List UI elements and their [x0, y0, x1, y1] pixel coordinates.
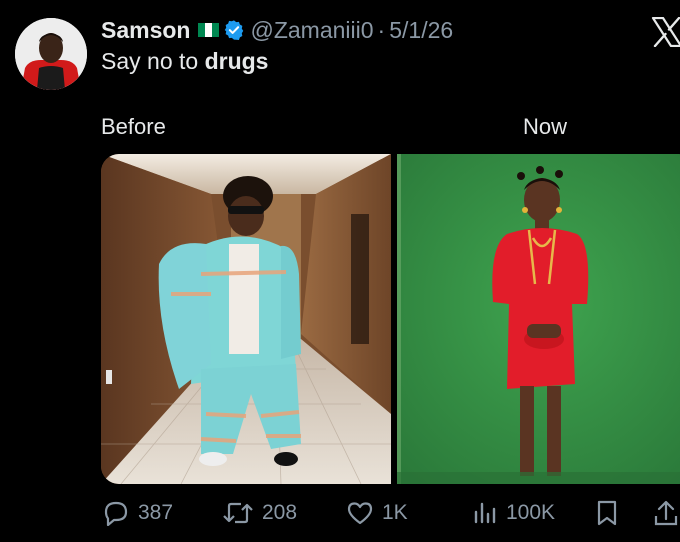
share-icon	[654, 500, 678, 526]
post-text: Say no to drugs	[101, 48, 268, 75]
bookmark-button[interactable]	[595, 496, 619, 530]
repost-icon	[223, 502, 253, 524]
like-count: 1K	[382, 501, 408, 524]
views-icon	[474, 502, 496, 524]
heart-icon	[347, 502, 373, 525]
nigeria-flag-icon	[198, 23, 219, 37]
now-photo[interactable]	[397, 154, 680, 484]
repost-count: 208	[262, 501, 298, 524]
x-logo-icon	[651, 17, 680, 47]
views-button[interactable]: 100K	[472, 496, 555, 530]
post-date[interactable]: 5/1/26	[389, 17, 453, 44]
views-count: 100K	[506, 501, 556, 524]
reply-count: 387	[138, 501, 174, 524]
now-label: Now	[523, 114, 568, 139]
post-header: Samson @Zamaniii0 · 5/1/26	[101, 15, 453, 45]
bookmark-icon	[597, 500, 617, 526]
verified-badge-icon[interactable]	[223, 19, 245, 41]
repost-button[interactable]: 208	[222, 496, 297, 530]
like-button[interactable]: 1K	[346, 496, 408, 530]
before-label: Before	[101, 114, 166, 139]
post-text-plain: Say no to	[101, 48, 205, 74]
reply-button[interactable]: 387	[102, 496, 173, 530]
reply-icon	[104, 501, 128, 526]
action-bar: 387 208 1K 100K	[0, 496, 680, 530]
post-text-bold: drugs	[204, 48, 269, 74]
separator-dot: ·	[377, 16, 386, 43]
avatar[interactable]	[15, 18, 87, 90]
before-photo[interactable]	[101, 154, 391, 484]
author-name[interactable]: Samson	[101, 17, 190, 44]
share-button[interactable]	[654, 496, 678, 530]
author-handle[interactable]: @Zamaniii0	[250, 17, 373, 44]
